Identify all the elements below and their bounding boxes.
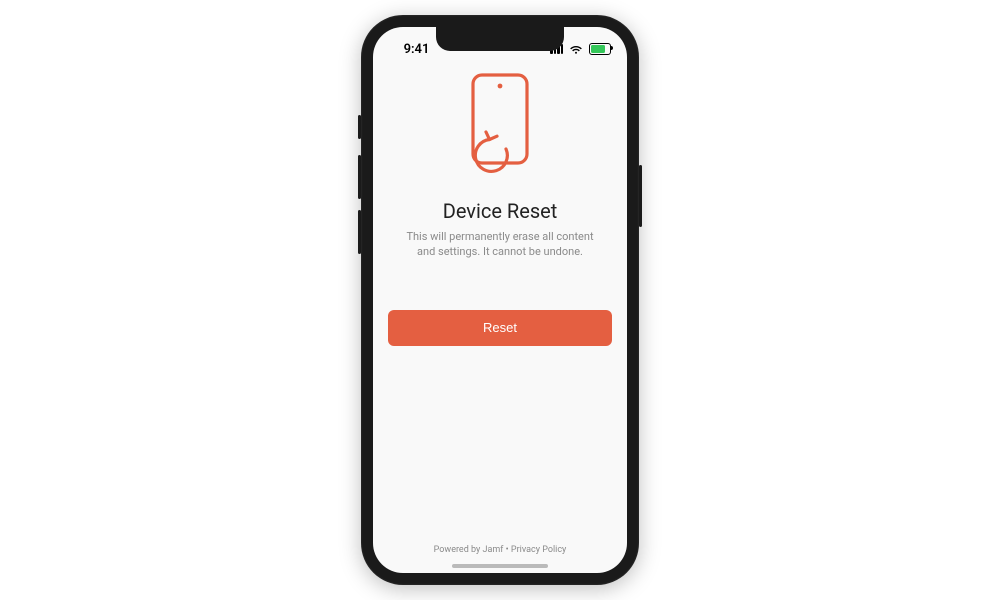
battery-icon	[589, 43, 611, 55]
device-reset-icon	[459, 71, 541, 185]
mute-switch	[358, 115, 361, 139]
volume-up-button	[358, 155, 361, 199]
page-subtitle: This will permanently erase all content …	[373, 229, 627, 260]
wifi-icon	[569, 44, 583, 54]
volume-down-button	[358, 210, 361, 254]
reset-button[interactable]: Reset	[388, 310, 612, 346]
home-indicator	[452, 564, 548, 568]
phone-frame: 9:41	[361, 15, 639, 585]
notch	[436, 27, 564, 51]
footer-separator: •	[503, 545, 511, 555]
side-button	[639, 165, 642, 227]
footer-powered-by: Powered by Jamf	[434, 545, 504, 555]
page-title: Device Reset	[443, 199, 558, 223]
main-content: Device Reset This will permanently erase…	[373, 65, 627, 545]
screen: 9:41	[373, 27, 627, 573]
privacy-policy-link[interactable]: Privacy Policy	[511, 545, 566, 555]
footer: Powered by Jamf • Privacy Policy	[373, 545, 627, 573]
